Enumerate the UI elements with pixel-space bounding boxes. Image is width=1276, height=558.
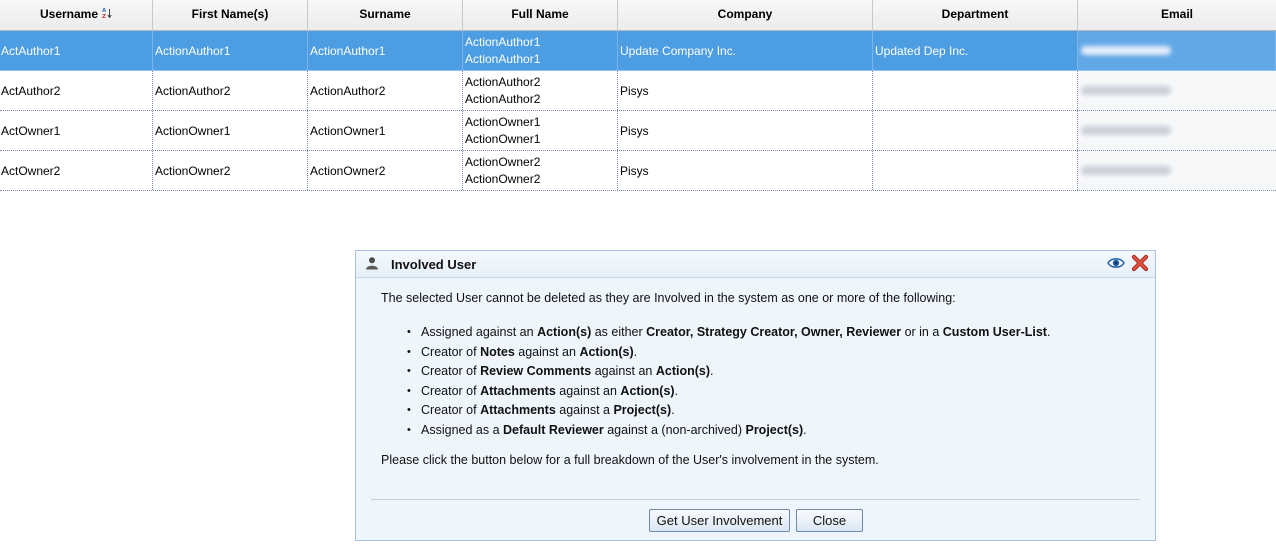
redacted-email bbox=[1081, 86, 1171, 95]
cell-surname: ActionOwner1 bbox=[308, 111, 463, 150]
cell-email-redacted bbox=[1078, 71, 1276, 110]
cell-company: Pisys bbox=[618, 71, 873, 110]
cell-surname: ActionAuthor1 bbox=[308, 31, 463, 70]
cell-full-name: ActionOwner2 ActionOwner2 bbox=[463, 151, 618, 190]
cell-surname: ActionAuthor2 bbox=[308, 71, 463, 110]
redacted-email bbox=[1081, 126, 1171, 135]
col-header-surname[interactable]: Surname bbox=[308, 0, 463, 30]
get-user-involvement-button[interactable]: Get User Involvement bbox=[649, 509, 790, 532]
cell-email-redacted bbox=[1078, 31, 1276, 70]
col-header-username[interactable]: Username A Z bbox=[0, 0, 153, 30]
cell-company: Pisys bbox=[618, 111, 873, 150]
redacted-email bbox=[1081, 166, 1171, 175]
col-header-department[interactable]: Department bbox=[873, 0, 1078, 30]
sort-az-icon[interactable]: A Z bbox=[102, 7, 112, 19]
col-header-full-name[interactable]: Full Name bbox=[463, 0, 618, 30]
dialog-title: Involved User bbox=[391, 257, 477, 272]
cell-full-name: ActionOwner1 ActionOwner1 bbox=[463, 111, 618, 150]
list-item: Assigned against an Action(s) as either … bbox=[381, 323, 1135, 343]
list-item: Assigned as a Default Reviewer against a… bbox=[381, 421, 1135, 441]
table-row[interactable]: ActOwner2 ActionOwner2 ActionOwner2 Acti… bbox=[0, 151, 1276, 191]
involvement-list: Assigned against an Action(s) as either … bbox=[381, 323, 1135, 440]
cell-company: Pisys bbox=[618, 151, 873, 190]
cell-first-name: ActionAuthor2 bbox=[153, 71, 308, 110]
table-row[interactable]: ActOwner1 ActionOwner1 ActionOwner1 Acti… bbox=[0, 111, 1276, 151]
cell-username: ActOwner2 bbox=[0, 151, 153, 190]
svg-text:Z: Z bbox=[102, 14, 106, 19]
cell-department: Updated Dep Inc. bbox=[873, 31, 1078, 70]
cell-full-name: ActionAuthor2 ActionAuthor2 bbox=[463, 71, 618, 110]
close-icon[interactable] bbox=[1131, 254, 1149, 272]
cell-email-redacted bbox=[1078, 151, 1276, 190]
cell-first-name: ActionAuthor1 bbox=[153, 31, 308, 70]
dialog-title-bar[interactable]: Involved User bbox=[356, 251, 1155, 278]
col-header-email[interactable]: Email bbox=[1078, 0, 1276, 30]
cell-email-redacted bbox=[1078, 111, 1276, 150]
col-header-first-names[interactable]: First Name(s) bbox=[153, 0, 308, 30]
cell-company: Update Company Inc. bbox=[618, 31, 873, 70]
col-header-company[interactable]: Company bbox=[618, 0, 873, 30]
redacted-email bbox=[1081, 46, 1171, 55]
cell-department bbox=[873, 151, 1078, 190]
dialog-intro-text: The selected User cannot be deleted as t… bbox=[381, 291, 956, 305]
list-item: Creator of Attachments against a Project… bbox=[381, 401, 1135, 421]
dialog-body: The selected User cannot be deleted as t… bbox=[381, 291, 1135, 467]
eye-icon[interactable] bbox=[1107, 256, 1125, 270]
cell-surname: ActionOwner2 bbox=[308, 151, 463, 190]
cell-username: ActAuthor1 bbox=[0, 31, 153, 70]
cell-full-name: ActionAuthor1 ActionAuthor1 bbox=[463, 31, 618, 70]
cell-first-name: ActionOwner2 bbox=[153, 151, 308, 190]
user-icon bbox=[366, 257, 378, 270]
table-row[interactable]: ActAuthor2 ActionAuthor2 ActionAuthor2 A… bbox=[0, 71, 1276, 111]
table-row[interactable]: ActAuthor1 ActionAuthor1 ActionAuthor1 A… bbox=[0, 31, 1276, 71]
dialog-divider bbox=[371, 499, 1140, 500]
involved-user-dialog: Involved User The selected User cannot b… bbox=[355, 250, 1156, 541]
dialog-outro-text: Please click the button below for a full… bbox=[381, 453, 879, 467]
users-table: Username A Z First Name(s) Surname Full … bbox=[0, 0, 1276, 191]
cell-username: ActOwner1 bbox=[0, 111, 153, 150]
cell-first-name: ActionOwner1 bbox=[153, 111, 308, 150]
list-item: Creator of Review Comments against an Ac… bbox=[381, 362, 1135, 382]
close-button[interactable]: Close bbox=[796, 509, 863, 532]
cell-username: ActAuthor2 bbox=[0, 71, 153, 110]
cell-department bbox=[873, 71, 1078, 110]
cell-department bbox=[873, 111, 1078, 150]
table-header: Username A Z First Name(s) Surname Full … bbox=[0, 0, 1276, 31]
list-item: Creator of Notes against an Action(s). bbox=[381, 343, 1135, 363]
list-item: Creator of Attachments against an Action… bbox=[381, 382, 1135, 402]
